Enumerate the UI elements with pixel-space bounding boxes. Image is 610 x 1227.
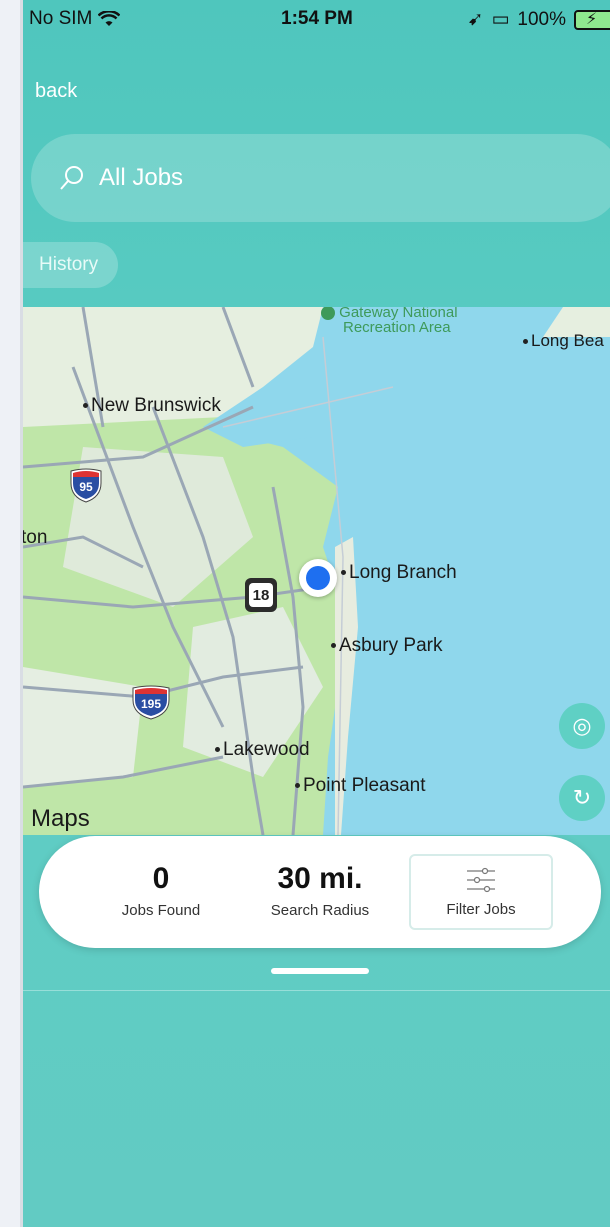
jobs-found-value: 0 [152, 862, 170, 895]
route-18-shield: 18 [245, 578, 277, 612]
battery-charging-icon [574, 9, 610, 30]
sheet-drag-handle[interactable] [271, 968, 369, 974]
shield-95-text: 95 [79, 480, 93, 494]
map-label-point-pleasant: Point Pleasant [303, 775, 426, 796]
battery-percent: 100% [517, 8, 566, 30]
screen-mirror-icon: ▭ [491, 9, 510, 30]
apple-maps-attribution: Maps [31, 805, 90, 832]
map-refresh-button[interactable]: ↻ [559, 775, 605, 821]
interstate-95-shield: 95 [70, 468, 102, 503]
map-view[interactable]: Gateway National Recreation Area Long Be… [23, 307, 610, 835]
map-label-new-brunswick: New Brunswick [91, 395, 221, 416]
filter-jobs-label: Filter Jobs [446, 900, 516, 918]
back-button[interactable]: back [35, 80, 77, 103]
search-radius-value: 30 mi. [277, 862, 363, 895]
carrier-status: No SIM [29, 8, 121, 30]
map-label-lakewood: Lakewood [223, 739, 310, 760]
jobs-found-stat: 0 Jobs Found [101, 862, 221, 919]
interstate-195-shield: 195 [132, 685, 170, 720]
job-stats-card: 0 Jobs Found 30 mi. Search Radius Filter… [39, 836, 601, 948]
app-screen: No SIM 1:54 PM ➹ ▭ 100% back All Jobs Hi… [23, 0, 610, 1227]
map-label-ton: ton [23, 527, 48, 548]
map-label-long-branch: Long Branch [349, 562, 457, 583]
location-arrow-icon: ➹ [467, 9, 484, 30]
status-time: 1:54 PM [281, 8, 353, 29]
shield-18-text: 18 [249, 583, 273, 607]
search-radius-stat[interactable]: 30 mi. Search Radius [255, 862, 385, 919]
sheet-divider [23, 990, 610, 991]
recenter-location-button[interactable]: ◎ [559, 703, 605, 749]
status-bar: No SIM 1:54 PM ➹ ▭ 100% [23, 0, 610, 40]
sliders-icon [467, 867, 495, 892]
shield-195-text: 195 [141, 697, 161, 711]
history-tab[interactable]: History [23, 242, 118, 288]
search-bar[interactable]: All Jobs [31, 134, 610, 222]
user-location-dot [299, 559, 337, 597]
search-radius-label: Search Radius [270, 902, 370, 919]
search-icon [60, 166, 83, 190]
map-label-long-beach: Long Bea [531, 331, 604, 350]
park-pin-icon [321, 307, 335, 321]
refresh-icon: ↻ [572, 785, 592, 810]
search-input-value: All Jobs [99, 164, 184, 191]
jobs-found-label: Jobs Found [121, 902, 201, 919]
map-label-recreation: Recreation Area [343, 319, 451, 337]
carrier-label: No SIM [29, 8, 93, 29]
location-target-icon: ◎ [572, 713, 592, 738]
status-right: ➹ ▭ 100% [468, 8, 610, 31]
filter-jobs-button[interactable]: Filter Jobs [409, 854, 553, 930]
wifi-icon [98, 11, 121, 26]
map-label-asbury-park: Asbury Park [339, 635, 443, 656]
